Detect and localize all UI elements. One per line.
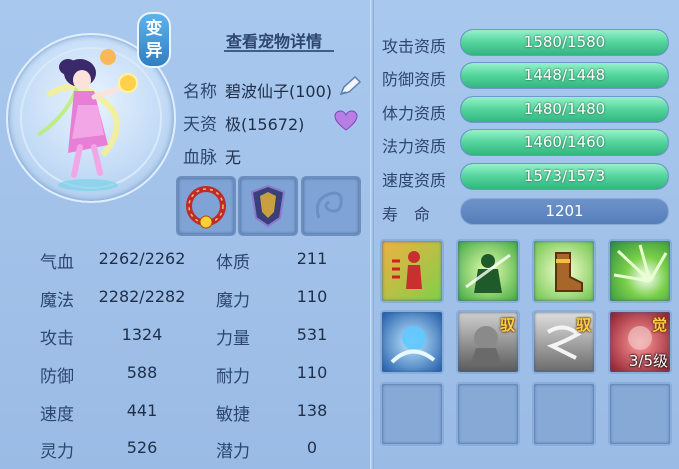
aptitude-label-defense: 防御资质 xyxy=(382,70,447,89)
aptitude-bar-mana: 1460/1460 xyxy=(461,130,668,155)
heart-icon[interactable] xyxy=(334,110,358,132)
talent-value: 极(15672) xyxy=(225,115,305,134)
boot-skill-icon xyxy=(555,252,583,292)
stat-value-constitution: 211 xyxy=(296,249,328,268)
skill-tag-awaken: 觉 xyxy=(651,316,667,334)
aptitude-label-mana: 法力资质 xyxy=(382,137,447,156)
skill-tag-tame-1: 驭 xyxy=(499,316,515,334)
aptitude-value-attack: 1580/1580 xyxy=(523,33,606,51)
skill-slot-4[interactable] xyxy=(608,239,672,303)
transform-badge-char-1: 变 xyxy=(145,19,163,39)
collar-icon xyxy=(186,186,226,229)
aptitude-value-speed: 1573/1573 xyxy=(523,167,606,185)
lifespan-label: 寿 命 xyxy=(382,205,431,224)
equip-slot-empty[interactable] xyxy=(301,176,361,236)
empty-slot-pattern-icon xyxy=(315,191,343,219)
bloodline-value: 无 xyxy=(225,148,242,167)
armor-icon xyxy=(250,184,286,228)
aptitude-value-mana: 1460/1460 xyxy=(523,133,606,151)
aptitude-value-stamina: 1480/1480 xyxy=(523,100,606,118)
equip-slot-collar[interactable] xyxy=(176,176,236,236)
detail-link-underline xyxy=(224,50,334,52)
stat-value-hp: 2262/2262 xyxy=(98,249,186,268)
skill-slot-empty-4[interactable] xyxy=(608,382,672,446)
aptitude-bar-defense: 1448/1448 xyxy=(461,63,668,88)
green-burst-skill-icon xyxy=(613,244,668,283)
stat-value-spirit: 526 xyxy=(126,438,158,457)
edit-name-icon[interactable] xyxy=(337,74,363,98)
aptitude-label-attack: 攻击资质 xyxy=(382,37,447,56)
stat-value-defense: 588 xyxy=(126,363,158,382)
stat-label-magic: 魔力 xyxy=(216,291,250,311)
aptitude-label-stamina: 体力资质 xyxy=(382,104,447,123)
transform-badge-char-2: 异 xyxy=(145,41,163,61)
aptitude-label-speed: 速度资质 xyxy=(382,171,447,190)
aptitude-bar-stamina: 1480/1480 xyxy=(461,97,668,122)
stat-label-spirit: 灵力 xyxy=(40,442,74,462)
red-figure-skill-icon xyxy=(392,251,422,289)
stat-label-mp: 魔法 xyxy=(40,291,74,311)
skill-slot-6[interactable]: 驭 xyxy=(456,310,520,374)
stat-value-mp: 2282/2282 xyxy=(98,287,186,306)
skill-level: 3/5级 xyxy=(628,352,668,370)
skill-slot-1[interactable] xyxy=(380,239,444,303)
skill-slot-7[interactable]: 驭 xyxy=(532,310,596,374)
skill-slot-empty-3[interactable] xyxy=(532,382,596,446)
water-spirit-skill-icon xyxy=(390,326,436,364)
stat-value-attack: 1324 xyxy=(121,325,163,344)
skill-slot-2[interactable] xyxy=(456,239,520,303)
stat-label-potential: 潜力 xyxy=(216,442,250,462)
aptitude-value-defense: 1448/1448 xyxy=(523,66,606,84)
stat-label-defense: 防御 xyxy=(40,367,74,387)
stat-label-constitution: 体质 xyxy=(216,253,250,273)
stat-value-agility: 138 xyxy=(296,401,328,420)
transform-badge[interactable]: 变 异 xyxy=(137,12,171,68)
stat-label-agility: 敏捷 xyxy=(216,405,250,425)
stat-label-hp: 气血 xyxy=(40,253,74,273)
name-label: 名称 xyxy=(183,82,217,102)
stat-label-endurance: 耐力 xyxy=(216,367,250,387)
lifespan-value: 1201 xyxy=(461,199,668,224)
panel-divider xyxy=(370,0,374,469)
green-warrior-skill-icon xyxy=(465,253,511,293)
skill-tag-tame-2: 驭 xyxy=(575,316,591,334)
stat-label-strength: 力量 xyxy=(216,329,250,349)
skill-slot-8[interactable]: 觉 3/5级 xyxy=(608,310,672,374)
skill-slot-5[interactable] xyxy=(380,310,444,374)
aptitude-bar-speed: 1573/1573 xyxy=(461,164,668,189)
bloodline-label: 血脉 xyxy=(183,148,217,168)
skill-slot-empty-2[interactable] xyxy=(456,382,520,446)
aptitude-bar-attack: 1580/1580 xyxy=(461,30,668,55)
equip-slot-armor[interactable] xyxy=(238,176,298,236)
stat-label-attack: 攻击 xyxy=(40,329,74,349)
name-value: 碧波仙子(100) xyxy=(225,82,333,101)
stat-value-speed: 441 xyxy=(126,401,158,420)
talent-label: 天资 xyxy=(183,115,217,135)
skill-slot-empty-1[interactable] xyxy=(380,382,444,446)
stat-value-potential: 0 xyxy=(306,438,318,457)
stat-label-speed: 速度 xyxy=(40,405,74,425)
stat-value-endurance: 110 xyxy=(296,363,328,382)
stat-value-magic: 110 xyxy=(296,287,328,306)
stat-value-strength: 531 xyxy=(296,325,328,344)
skill-slot-3[interactable] xyxy=(532,239,596,303)
view-pet-details-link[interactable]: 查看宠物详情 xyxy=(226,28,322,52)
